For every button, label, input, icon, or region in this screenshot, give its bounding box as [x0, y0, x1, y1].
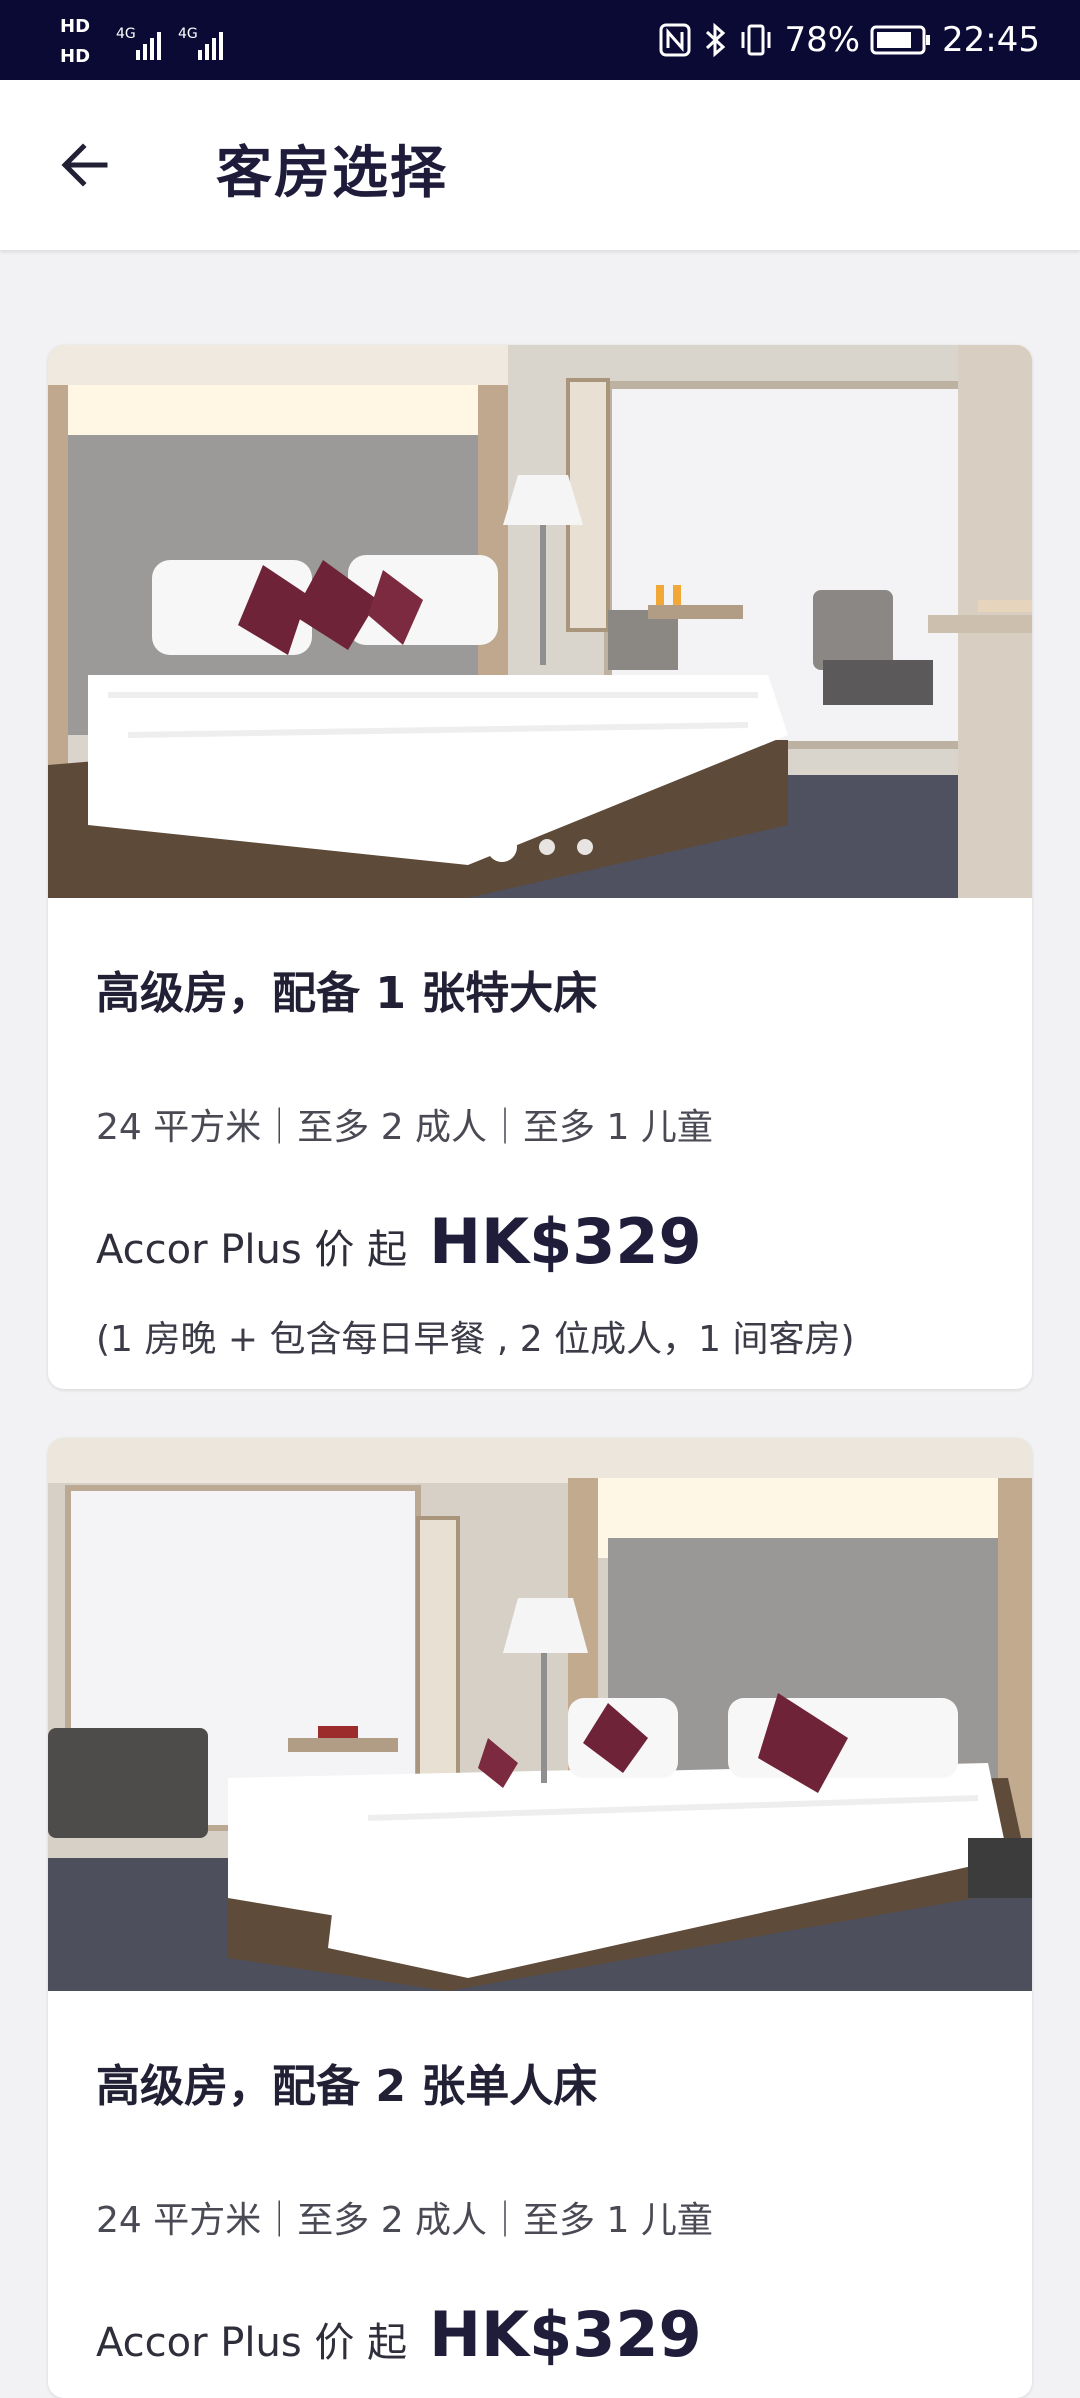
vibrate-icon — [741, 24, 771, 56]
status-right: 78% 22:45 — [658, 0, 1040, 80]
signal1-icon — [136, 32, 161, 60]
carousel-dot — [577, 839, 593, 855]
battery-icon — [870, 25, 931, 55]
hd2-label: HD — [60, 46, 90, 67]
carousel-dot — [539, 1932, 555, 1948]
room-photo-carousel[interactable] — [48, 1438, 1032, 1991]
signal-icons: HD HD 4G 4G — [60, 16, 223, 67]
room-card[interactable]: 高级房，配备 2 张单人床 24 平方米｜至多 2 成人｜至多 1 儿童 Acc… — [48, 1438, 1032, 2398]
room-photo — [48, 1438, 1032, 1991]
room-card[interactable]: 高级房，配备 1 张特大床 24 平方米｜至多 2 成人｜至多 1 儿童 Acc… — [48, 345, 1032, 1389]
room-photo — [48, 345, 1032, 898]
carousel-dot-active — [487, 1925, 517, 1955]
signal2-icon — [198, 32, 223, 60]
carousel-dot — [577, 1932, 593, 1948]
room-name: 高级房，配备 2 张单人床 — [96, 2061, 598, 2112]
nfc-icon — [659, 23, 691, 57]
price-label: Accor Plus 价 起 — [96, 1227, 408, 1273]
room-name: 高级房，配备 1 张特大床 — [96, 968, 598, 1019]
price-value: HK$329 — [429, 1205, 702, 1278]
battery-percent: 78% — [784, 20, 861, 60]
carousel-indicator — [48, 832, 1032, 862]
room-specs: 24 平方米｜至多 2 成人｜至多 1 儿童 — [96, 2200, 713, 2241]
hd1-label: HD — [60, 16, 90, 37]
price-value: HK$329 — [429, 2298, 702, 2371]
carousel-dot-active — [487, 832, 517, 862]
price-note: (1 房晚 + 包含每日早餐 , 2 位成人，1 间客房) — [96, 1319, 855, 1360]
price-row: Accor Plus 价 起 HK$329 — [96, 1205, 702, 1278]
clock: 22:45 — [942, 20, 1040, 60]
net2-label: 4G — [178, 26, 198, 42]
price-row: Accor Plus 价 起 HK$329 — [96, 2298, 702, 2371]
room-specs: 24 平方米｜至多 2 成人｜至多 1 儿童 — [96, 1107, 713, 1148]
carousel-indicator — [48, 1925, 1032, 1955]
back-arrow-icon — [61, 143, 108, 187]
back-button[interactable] — [40, 125, 130, 205]
status-bar: HD HD 4G 4G 78% 22:45 — [0, 0, 1080, 80]
price-label: Accor Plus 价 起 — [96, 2320, 408, 2366]
carousel-dot — [539, 839, 555, 855]
room-photo-carousel[interactable] — [48, 345, 1032, 898]
page-title: 客房选择 — [216, 141, 448, 206]
app-bar: 客房选择 — [0, 80, 1080, 250]
net1-label: 4G — [116, 26, 136, 42]
bluetooth-icon — [706, 22, 726, 58]
